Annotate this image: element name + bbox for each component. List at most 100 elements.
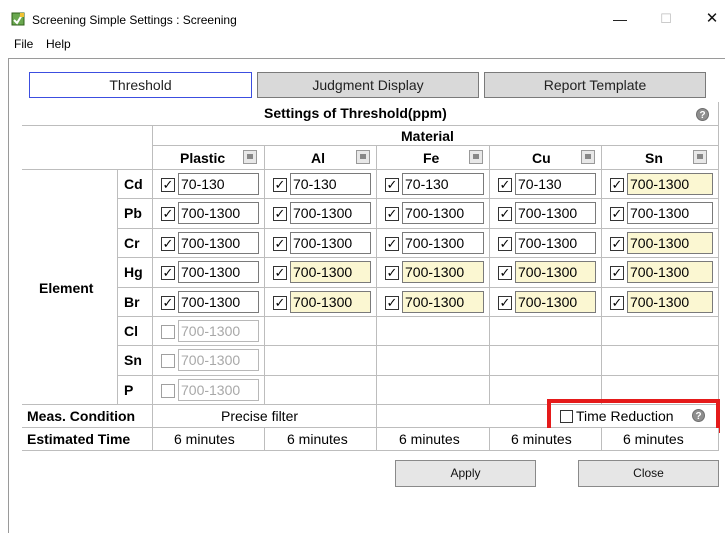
element-enable-checkbox[interactable]: ✓	[498, 266, 512, 280]
threshold-range-input[interactable]: 700-1300	[515, 291, 596, 313]
threshold-range-input[interactable]: 700-1300	[515, 202, 596, 224]
tab-judgment-display[interactable]: Judgment Display	[257, 72, 479, 98]
element-enable-checkbox[interactable]	[161, 384, 175, 398]
material-label: Plastic	[180, 150, 226, 166]
material-select-icon[interactable]	[581, 150, 595, 164]
threshold-range-input[interactable]: 700-1300	[178, 232, 259, 254]
element-enable-checkbox[interactable]: ✓	[273, 237, 287, 251]
element-enable-checkbox[interactable]: ✓	[498, 207, 512, 221]
title-bar: Screening Simple Settings : Screening — …	[0, 0, 725, 34]
element-enable-checkbox[interactable]: ✓	[273, 266, 287, 280]
threshold-range-input[interactable]: 700-1300	[627, 232, 713, 254]
threshold-range-input[interactable]: 70-130	[402, 173, 484, 195]
threshold-range-input[interactable]: 70-130	[178, 173, 259, 195]
element-enable-checkbox[interactable]: ✓	[161, 207, 175, 221]
material-label: Cu	[532, 150, 551, 166]
window-title: Screening Simple Settings : Screening	[32, 13, 237, 27]
threshold-range-input[interactable]: 700-1300	[178, 261, 259, 283]
element-enable-checkbox[interactable]: ✓	[161, 237, 175, 251]
element-enable-checkbox[interactable]: ✓	[610, 266, 624, 280]
element-enable-checkbox[interactable]: ✓	[273, 178, 287, 192]
element-enable-checkbox[interactable]: ✓	[385, 266, 399, 280]
close-window-button[interactable]: ✕	[692, 6, 725, 32]
element-enable-checkbox[interactable]: ✓	[161, 296, 175, 310]
element-enable-checkbox[interactable]: ✓	[273, 296, 287, 310]
material-select-icon[interactable]	[243, 150, 257, 164]
estimated-time-value: 6 minutes	[174, 431, 235, 447]
element-label: Pb	[124, 205, 142, 221]
threshold-range-input[interactable]: 700-1300	[627, 291, 713, 313]
close-button[interactable]: Close	[578, 460, 719, 487]
threshold-range-input[interactable]: 700-1300	[178, 349, 259, 371]
threshold-range-input[interactable]: 700-1300	[290, 291, 371, 313]
meas-condition-value[interactable]: Precise filter	[221, 408, 298, 424]
app-icon	[11, 12, 25, 26]
tab-threshold[interactable]: Threshold	[29, 72, 252, 98]
threshold-cell	[490, 317, 602, 346]
element-enable-checkbox[interactable]: ✓	[610, 296, 624, 310]
element-label: Cd	[124, 176, 143, 192]
element-enable-checkbox[interactable]: ✓	[498, 237, 512, 251]
threshold-range-input[interactable]: 700-1300	[627, 261, 713, 283]
element-label: Cl	[124, 323, 138, 339]
element-enable-checkbox[interactable]: ✓	[498, 296, 512, 310]
threshold-range-input[interactable]: 700-1300	[402, 232, 484, 254]
threshold-range-input[interactable]: 700-1300	[627, 202, 713, 224]
element-label: Sn	[124, 352, 142, 368]
maximize-button[interactable]: ☐	[646, 6, 686, 32]
table-title: Settings of Threshold(ppm)	[264, 105, 447, 121]
threshold-range-input[interactable]: 700-1300	[178, 291, 259, 313]
threshold-range-input[interactable]: 700-1300	[178, 320, 259, 342]
tab-report-template[interactable]: Report Template	[484, 72, 706, 98]
menu-help[interactable]: Help	[46, 37, 71, 51]
apply-button[interactable]: Apply	[395, 460, 536, 487]
material-label: Al	[311, 150, 325, 166]
element-enable-checkbox[interactable]: ✓	[610, 237, 624, 251]
material-label: Sn	[645, 150, 663, 166]
element-enable-checkbox[interactable]: ✓	[161, 178, 175, 192]
threshold-range-input[interactable]: 70-130	[290, 173, 371, 195]
element-enable-checkbox[interactable]: ✓	[385, 207, 399, 221]
material-select-icon[interactable]	[693, 150, 707, 164]
threshold-range-input[interactable]: 700-1300	[402, 261, 484, 283]
estimated-time-label: Estimated Time	[27, 431, 131, 447]
threshold-range-input[interactable]: 700-1300	[515, 261, 596, 283]
element-label: Cr	[124, 235, 140, 251]
threshold-range-input[interactable]: 70-130	[515, 173, 596, 195]
element-enable-checkbox[interactable]	[161, 325, 175, 339]
threshold-range-input[interactable]: 700-1300	[515, 232, 596, 254]
element-enable-checkbox[interactable]: ✓	[498, 178, 512, 192]
material-select-icon[interactable]	[356, 150, 370, 164]
element-enable-checkbox[interactable]: ✓	[385, 296, 399, 310]
element-label: Br	[124, 294, 140, 310]
threshold-range-input[interactable]: 700-1300	[178, 379, 259, 401]
threshold-cell	[602, 317, 719, 346]
estimated-time-value: 6 minutes	[399, 431, 460, 447]
threshold-range-input[interactable]: 700-1300	[290, 261, 371, 283]
estimated-time-value: 6 minutes	[287, 431, 348, 447]
element-group-label: Element	[39, 280, 94, 296]
threshold-range-input[interactable]: 700-1300	[627, 173, 713, 195]
element-enable-checkbox[interactable]: ✓	[385, 178, 399, 192]
threshold-cell	[265, 317, 377, 346]
menu-bar: File Help	[0, 34, 725, 54]
element-enable-checkbox[interactable]: ✓	[610, 207, 624, 221]
material-select-icon[interactable]	[469, 150, 483, 164]
threshold-cell	[602, 346, 719, 376]
material-label: Fe	[423, 150, 440, 166]
element-enable-checkbox[interactable]: ✓	[610, 178, 624, 192]
menu-file[interactable]: File	[14, 37, 33, 51]
threshold-range-input[interactable]: 700-1300	[402, 291, 484, 313]
threshold-range-input[interactable]: 700-1300	[402, 202, 484, 224]
help-icon[interactable]: ?	[696, 108, 709, 121]
threshold-range-input[interactable]: 700-1300	[178, 202, 259, 224]
threshold-cell	[490, 346, 602, 376]
minimize-button[interactable]: —	[600, 6, 640, 32]
element-enable-checkbox[interactable]: ✓	[385, 237, 399, 251]
threshold-range-input[interactable]: 700-1300	[290, 232, 371, 254]
element-enable-checkbox[interactable]	[161, 354, 175, 368]
estimated-time-value: 6 minutes	[623, 431, 684, 447]
threshold-range-input[interactable]: 700-1300	[290, 202, 371, 224]
element-enable-checkbox[interactable]: ✓	[273, 207, 287, 221]
element-enable-checkbox[interactable]: ✓	[161, 266, 175, 280]
